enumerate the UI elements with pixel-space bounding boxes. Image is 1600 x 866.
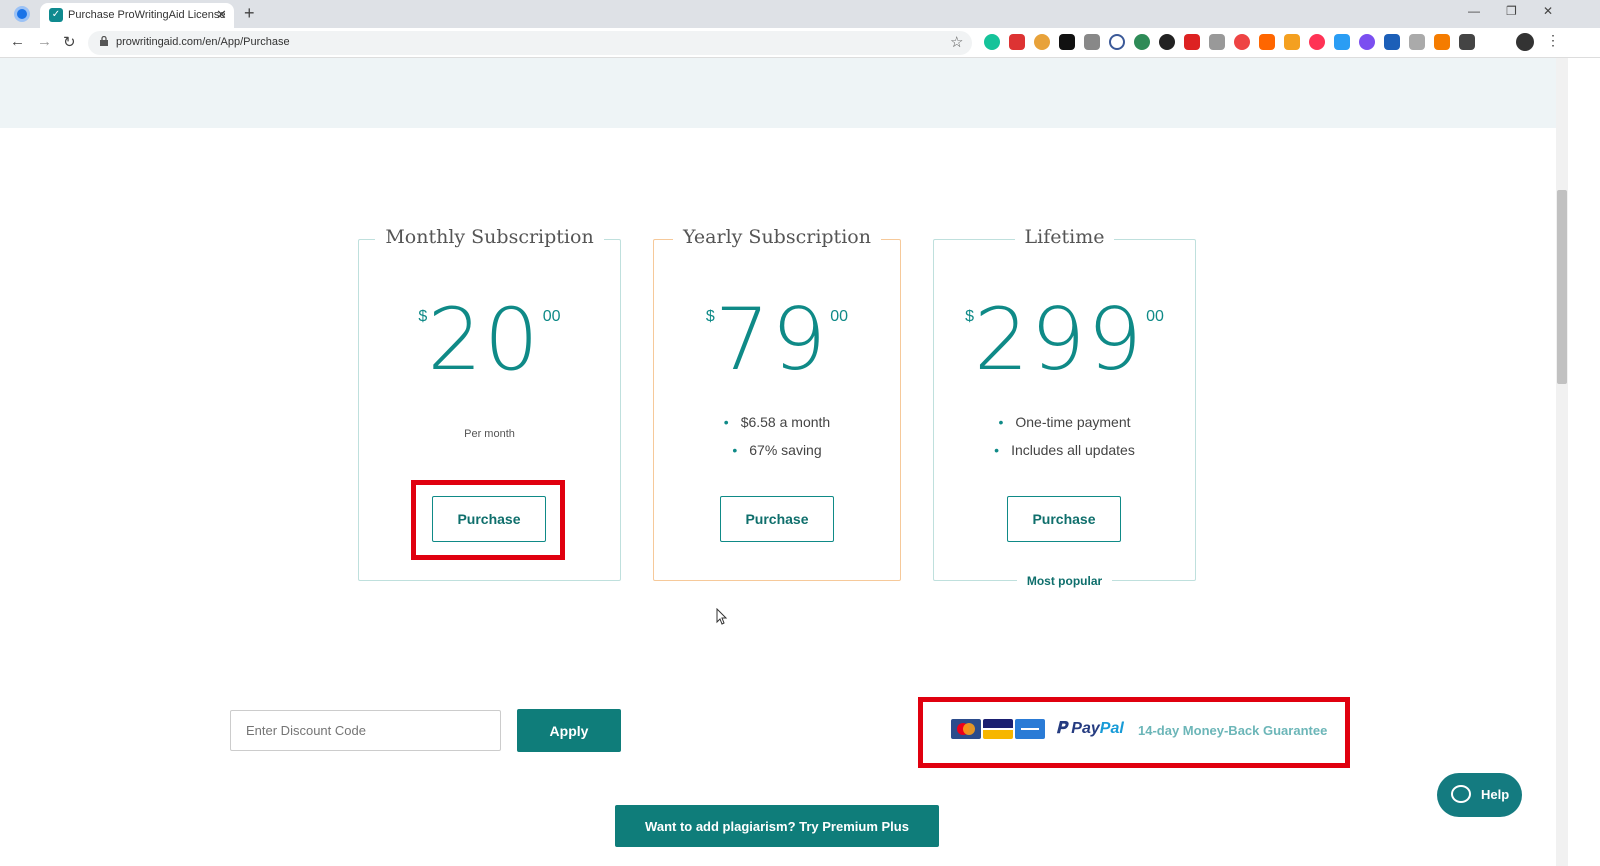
purchase-yearly-button[interactable]: Purchase (720, 496, 834, 542)
lock-icon (100, 36, 108, 46)
help-button[interactable]: Help (1437, 773, 1522, 817)
purchase-lifetime-button[interactable]: Purchase (1007, 496, 1121, 542)
window-restore-icon[interactable]: ❐ (1506, 4, 1517, 18)
most-popular-badge: Most popular (1016, 574, 1113, 588)
window-close-icon[interactable]: ✕ (1543, 4, 1553, 18)
download-extension-icon[interactable] (1384, 34, 1400, 50)
plan-price: $20 00 (359, 296, 620, 384)
profile-avatar[interactable] (1516, 33, 1534, 51)
chat-bubble-icon (1451, 785, 1471, 803)
back-icon[interactable]: ← (10, 33, 25, 50)
forward-icon[interactable]: → (37, 33, 52, 50)
chrome-tab-search-icon[interactable] (14, 6, 30, 22)
target-extension-icon[interactable] (1309, 34, 1325, 50)
plan-feature: $6.58 a month (654, 408, 900, 436)
plan-title: Lifetime (1014, 226, 1115, 248)
price-currency: $ (965, 308, 974, 325)
mouse-cursor-icon (716, 608, 728, 625)
cloud-extension-icon[interactable] (1409, 34, 1425, 50)
plan-card-yearly: Yearly Subscription $7900 $6.58 a month … (653, 226, 901, 581)
plan-features: One-time payment Includes all updates (934, 408, 1195, 464)
block-extension-icon[interactable] (1109, 34, 1125, 50)
price-amount: 299 (973, 290, 1145, 390)
plan-feature: Includes all updates (934, 436, 1195, 464)
globe-extension-icon[interactable] (1134, 34, 1150, 50)
plan-card-lifetime: Lifetime $29900 One-time payment Include… (933, 226, 1196, 588)
price-cents: 00 (542, 308, 561, 325)
bookmark-star-icon[interactable]: ☆ (950, 33, 963, 51)
scrollbar-thumb[interactable] (1557, 190, 1567, 384)
red-badge-extension-icon[interactable] (1234, 34, 1250, 50)
grammarly-extension-icon[interactable] (984, 34, 1000, 50)
price-currency: $ (418, 308, 428, 325)
playlist-extension-icon[interactable] (1459, 34, 1475, 50)
microscope-extension-icon[interactable] (1084, 34, 1100, 50)
price-currency: $ (705, 308, 715, 325)
url-text: prowritingaid.com/en/App/Purchase (116, 36, 290, 48)
a-extension-icon[interactable] (1209, 34, 1225, 50)
browser-menu-icon[interactable]: ⋮ (1546, 32, 1560, 49)
tab-title: Purchase ProWritingAid License (68, 9, 226, 21)
purple-extension-icon[interactable] (1359, 34, 1375, 50)
plan-features: $6.58 a month 67% saving (654, 408, 900, 464)
tab-close-icon[interactable]: ✕ (216, 7, 227, 23)
browser-tab[interactable]: ✓ Purchase ProWritingAid License ✕ (40, 3, 234, 28)
highlight-box-purchase (411, 480, 565, 560)
reload-icon[interactable]: ↻ (63, 33, 76, 51)
address-bar[interactable]: prowritingaid.com/en/App/Purchase ☆ (88, 31, 972, 55)
extensions-bar (984, 34, 1475, 50)
premium-plus-button[interactable]: Want to add plagiarism? Try Premium Plus (615, 805, 939, 847)
price-cents: 00 (830, 308, 849, 325)
fire-extension-icon[interactable] (1259, 34, 1275, 50)
page-scrollbar[interactable] (1556, 58, 1568, 866)
highlight-box-payment (918, 697, 1350, 768)
badge-extension-icon[interactable] (1434, 34, 1450, 50)
new-extension-icon[interactable] (1009, 34, 1025, 50)
browser-tab-bar: ✓ Purchase ProWritingAid License ✕ + — ❐… (0, 0, 1600, 28)
hero-band (0, 58, 1556, 128)
price-cents: 00 (1146, 308, 1164, 325)
plan-feature: 67% saving (654, 436, 900, 464)
prowritingaid-favicon-icon: ✓ (49, 8, 63, 22)
blue-extension-icon[interactable] (1334, 34, 1350, 50)
plan-feature: One-time payment (934, 408, 1195, 436)
price-amount: 20 (427, 290, 541, 390)
k-extension-icon[interactable] (1159, 34, 1175, 50)
price-amount: 79 (714, 290, 829, 390)
plan-price: $79 00 (654, 296, 900, 384)
apply-discount-button[interactable]: Apply (517, 709, 621, 752)
plan-note: Per month (464, 428, 515, 440)
plan-title: Yearly Subscription (673, 226, 881, 248)
shield-extension-icon[interactable] (1184, 34, 1200, 50)
help-label: Help (1481, 787, 1510, 802)
window-minimize-icon[interactable]: — (1468, 4, 1480, 18)
browser-toolbar: ← → ↻ prowritingaid.com/en/App/Purchase … (0, 28, 1600, 58)
p-extension-icon[interactable] (1059, 34, 1075, 50)
discount-code-input[interactable] (230, 710, 501, 751)
orange-extension-icon[interactable] (1284, 34, 1300, 50)
new-tab-icon[interactable]: + (244, 3, 255, 24)
cookie-extension-icon[interactable] (1034, 34, 1050, 50)
plan-price: $299 00 (934, 296, 1195, 384)
plan-title: Monthly Subscription (375, 226, 604, 248)
